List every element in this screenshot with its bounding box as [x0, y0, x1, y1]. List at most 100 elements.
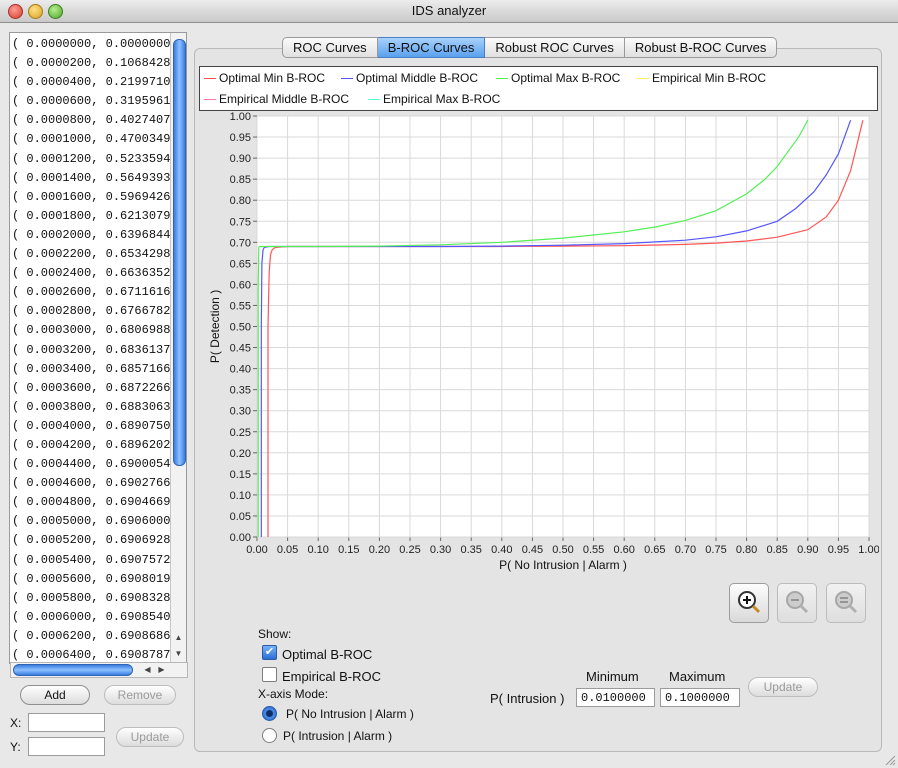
zoom-in-button[interactable]: [729, 583, 769, 623]
no-intrusion-mode-radio[interactable]: [262, 706, 277, 721]
list-item[interactable]: ( 0.0004000, 0.6890750: [12, 417, 170, 436]
x-tick-label: 0.70: [675, 544, 696, 556]
tab-robust-b-roc-curves[interactable]: Robust B-ROC Curves: [624, 37, 778, 58]
list-item[interactable]: ( 0.0001600, 0.5969426: [12, 188, 170, 207]
legend-swatch: [637, 78, 649, 80]
x-tick-label: 0.55: [583, 544, 604, 556]
y-tick-label: 0.20: [230, 448, 251, 460]
list-item[interactable]: ( 0.0006000, 0.6908540: [12, 608, 170, 627]
x-tick-label: 0.10: [307, 544, 328, 556]
minimum-input[interactable]: 0.0100000: [576, 688, 655, 707]
list-item[interactable]: ( 0.0000400, 0.2199710: [12, 73, 170, 92]
x-tick-label: 0.60: [613, 544, 634, 556]
y-tick-label: 0.60: [230, 279, 251, 291]
x-tick-label: 0.45: [522, 544, 543, 556]
range-update-button[interactable]: Update: [748, 677, 818, 697]
no-intrusion-mode-label: P( No Intrusion | Alarm ): [286, 707, 414, 721]
list-item[interactable]: ( 0.0005600, 0.6908019: [12, 570, 170, 589]
close-window-button[interactable]: [8, 4, 23, 19]
empirical-b-roc-checkbox[interactable]: [262, 667, 277, 682]
points-list-vertical-scrollbar[interactable]: ▲ ▼: [170, 33, 186, 663]
x-tick-label: 0.30: [430, 544, 451, 556]
intrusion-mode-label: P( Intrusion | Alarm ): [283, 729, 393, 743]
zoom-window-button[interactable]: [48, 4, 63, 19]
x-tick-label: 0.25: [399, 544, 420, 556]
list-item[interactable]: ( 0.0004600, 0.6902766: [12, 474, 170, 493]
list-item[interactable]: ( 0.0002600, 0.6711616: [12, 283, 170, 302]
intrusion-mode-radio[interactable]: [262, 728, 277, 743]
list-item[interactable]: ( 0.0000600, 0.3195961: [12, 92, 170, 111]
list-item[interactable]: ( 0.0003800, 0.6883063: [12, 398, 170, 417]
scroll-down-icon[interactable]: ▼: [171, 647, 186, 661]
x-tick-label: 0.75: [705, 544, 726, 556]
p-intrusion-label: P( Intrusion ): [490, 691, 565, 706]
list-item[interactable]: ( 0.0001800, 0.6213079: [12, 207, 170, 226]
zoom-reset-icon: [835, 591, 858, 614]
list-item[interactable]: ( 0.0004800, 0.6904669: [12, 493, 170, 512]
vertical-scroll-thumb[interactable]: [173, 39, 186, 466]
legend-item: Optimal Min B-ROC: [204, 71, 325, 85]
tab-roc-curves[interactable]: ROC Curves: [282, 37, 378, 58]
list-item[interactable]: ( 0.0004400, 0.6900054: [12, 455, 170, 474]
list-item[interactable]: ( 0.0001200, 0.5233594: [12, 150, 170, 169]
x-tick-label: 1.00: [858, 544, 879, 556]
legend-label: Empirical Middle B-ROC: [219, 92, 350, 106]
list-item[interactable]: ( 0.0003600, 0.6872266: [12, 379, 170, 398]
points-list-horizontal-scrollbar[interactable]: ◀ ▶: [10, 662, 188, 678]
list-item[interactable]: ( 0.0005000, 0.6906000: [12, 512, 170, 531]
add-button[interactable]: Add: [20, 685, 90, 705]
legend-item: Optimal Middle B-ROC: [341, 71, 478, 85]
zoom-reset-button[interactable]: [826, 583, 866, 623]
list-item[interactable]: ( 0.0005800, 0.6908328: [12, 589, 170, 608]
y-tick-label: 0.85: [230, 174, 251, 186]
list-item[interactable]: ( 0.0000800, 0.4027407: [12, 111, 170, 130]
scroll-left-icon[interactable]: ◀: [141, 663, 154, 677]
tab-b-roc-curves[interactable]: B-ROC Curves: [377, 37, 486, 58]
window-title: IDS analyzer: [411, 3, 487, 18]
list-item[interactable]: ( 0.0002000, 0.6396844: [12, 226, 170, 245]
list-item[interactable]: ( 0.0002200, 0.6534298: [12, 245, 170, 264]
zoom-out-button[interactable]: [777, 583, 817, 623]
list-item[interactable]: ( 0.0004200, 0.6896202: [12, 436, 170, 455]
list-item[interactable]: ( 0.0000000, 0.0000000: [12, 35, 170, 54]
remove-button[interactable]: Remove: [104, 685, 176, 705]
x-tick-label: 0.00: [246, 544, 267, 556]
legend-swatch: [368, 99, 380, 101]
legend-label: Optimal Middle B-ROC: [356, 71, 479, 85]
x-axis-label: P( No Intrusion | Alarm ): [499, 558, 627, 572]
maximum-label: Maximum: [669, 669, 726, 684]
list-item[interactable]: ( 0.0003200, 0.6836137: [12, 341, 170, 360]
list-item[interactable]: ( 0.0001000, 0.4700349: [12, 130, 170, 149]
list-item[interactable]: ( 0.0005200, 0.6906928: [12, 531, 170, 550]
point-update-button[interactable]: Update: [116, 727, 184, 747]
x-tick-label: 0.35: [460, 544, 481, 556]
list-item[interactable]: ( 0.0000200, 0.1068428: [12, 54, 170, 73]
list-item[interactable]: ( 0.0001400, 0.5649393: [12, 169, 170, 188]
horizontal-scroll-thumb[interactable]: [13, 664, 133, 676]
minimum-label: Minimum: [586, 669, 639, 684]
list-item[interactable]: ( 0.0002800, 0.6766782: [12, 302, 170, 321]
x-label: X:: [10, 716, 22, 730]
list-item[interactable]: ( 0.0002400, 0.6636352: [12, 264, 170, 283]
x-tick-label: 0.85: [766, 544, 787, 556]
tab-robust-roc-curves[interactable]: Robust ROC Curves: [485, 37, 625, 58]
y-tick-label: 0.90: [230, 153, 251, 165]
legend-item: Empirical Max B-ROC: [368, 92, 500, 106]
minimize-window-button[interactable]: [28, 4, 43, 19]
maximum-input[interactable]: 0.1000000: [660, 688, 740, 707]
list-item[interactable]: ( 0.0006200, 0.6908686: [12, 627, 170, 646]
b-roc-chart[interactable]: 0.00 0.05 0.10 0.15 0.20 0.25 0.30 0.35 0.40 0.45…: [199, 110, 879, 575]
optimal-b-roc-checkbox[interactable]: ✔: [262, 645, 277, 660]
scroll-right-icon[interactable]: ▶: [155, 663, 168, 677]
x-input[interactable]: [28, 713, 105, 732]
resize-grip-icon[interactable]: [884, 754, 896, 766]
points-list-items: ( 0.0000000, 0.0000000( 0.0000200, 0.106…: [12, 35, 170, 663]
legend-label: Optimal Max B-ROC: [511, 71, 621, 85]
y-input[interactable]: [28, 737, 105, 756]
list-item[interactable]: ( 0.0003000, 0.6806988: [12, 321, 170, 340]
scroll-up-icon[interactable]: ▲: [171, 631, 186, 645]
points-list[interactable]: ( 0.0000000, 0.0000000( 0.0000200, 0.106…: [9, 32, 187, 664]
legend-swatch: [496, 78, 508, 80]
list-item[interactable]: ( 0.0003400, 0.6857166: [12, 360, 170, 379]
list-item[interactable]: ( 0.0005400, 0.6907572: [12, 551, 170, 570]
